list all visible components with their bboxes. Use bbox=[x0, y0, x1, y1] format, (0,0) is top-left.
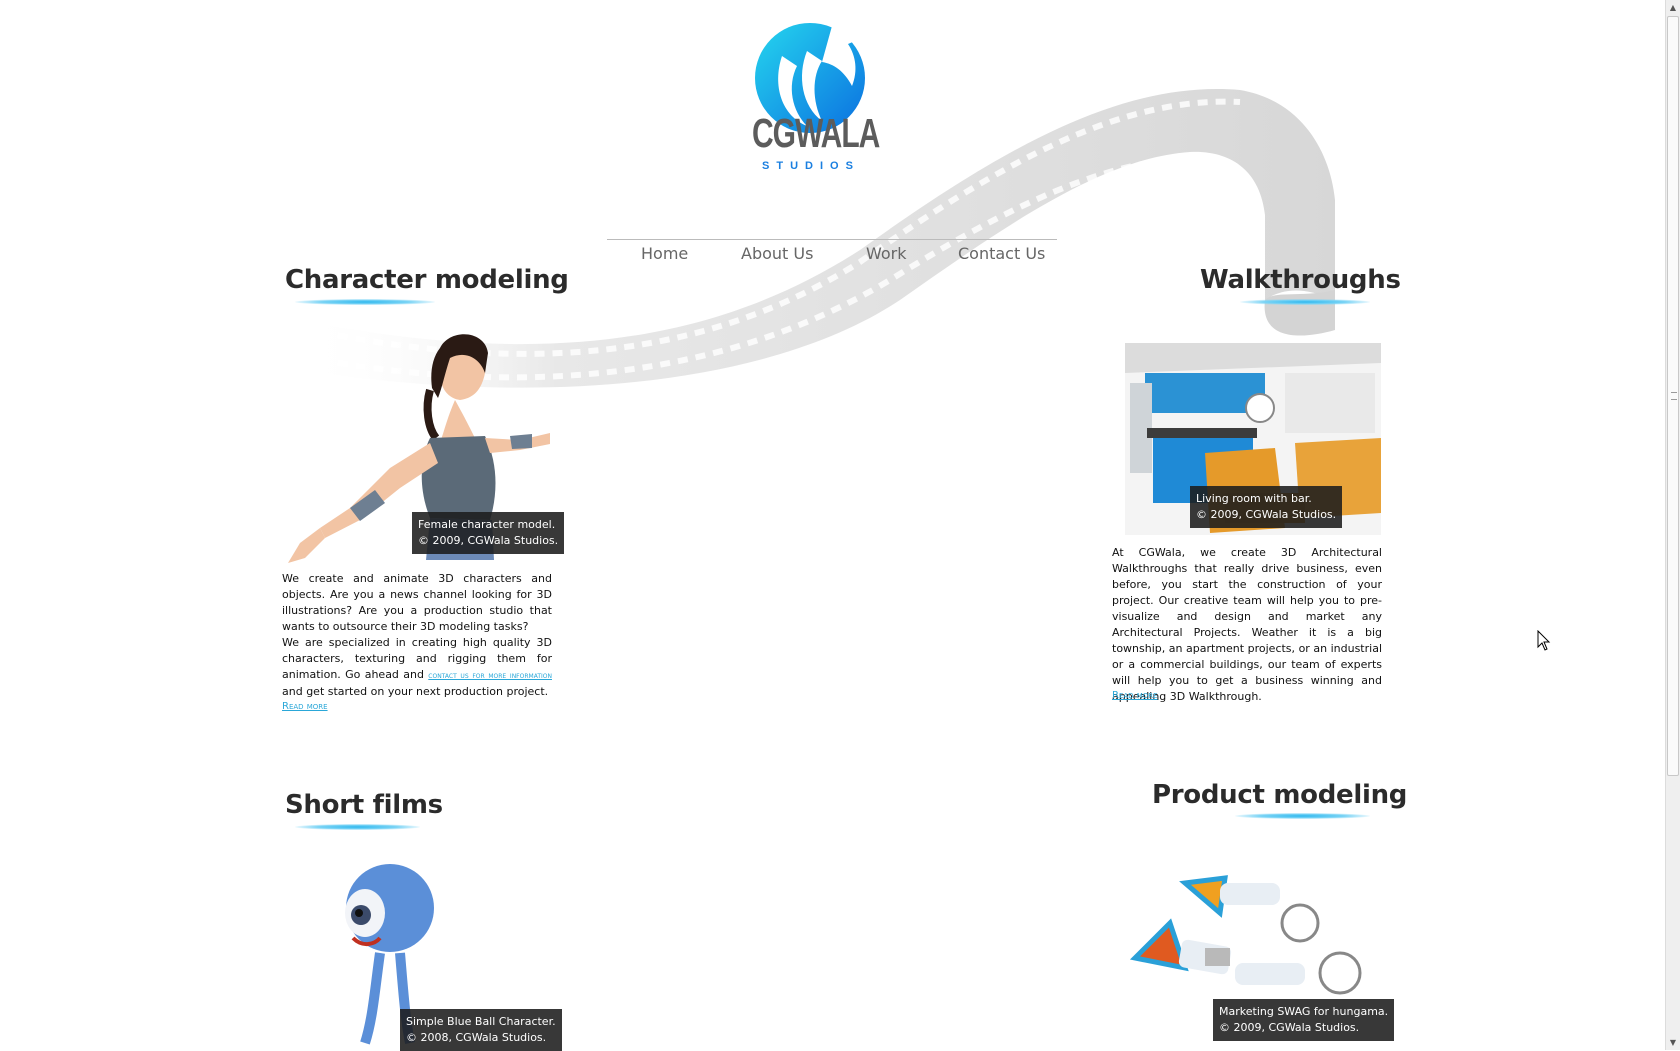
caption-line: Marketing SWAG for hungama. bbox=[1219, 1005, 1389, 1018]
character-modeling-heading: Character modeling bbox=[285, 265, 569, 295]
walkthroughs-read-more-link[interactable]: Read more bbox=[1112, 690, 1158, 701]
logo-subtitle: STUDIOS bbox=[762, 160, 860, 172]
product-modeling-heading: Product modeling bbox=[1152, 780, 1408, 810]
scroll-up-arrow-icon[interactable]: ▲ bbox=[1666, 0, 1680, 15]
vertical-scrollbar[interactable]: ▲ ▼ bbox=[1665, 0, 1680, 1050]
walkthrough-image-caption: Living room with bar. © 2009, CGWala Stu… bbox=[1190, 486, 1343, 528]
page: CGWALA STUDIOS Home About Us Work Contac… bbox=[0, 0, 1665, 1051]
heading-underline bbox=[1240, 299, 1370, 305]
heading-underline bbox=[295, 299, 435, 305]
usb-keychain-image[interactable] bbox=[1125, 873, 1381, 1003]
character-read-more-link[interactable]: Read more bbox=[282, 701, 328, 712]
nav-about-link[interactable]: About Us bbox=[741, 244, 813, 263]
character-paragraph-1: We create and animate 3D characters and … bbox=[282, 572, 552, 633]
scroll-down-arrow-icon[interactable]: ▼ bbox=[1666, 1035, 1680, 1050]
caption-line: © 2008, CGWala Studios. bbox=[406, 1031, 547, 1044]
walkthroughs-heading: Walkthroughs bbox=[1200, 265, 1401, 295]
logo-wordmark: CGWALA bbox=[752, 112, 880, 157]
heading-underline bbox=[1235, 813, 1370, 819]
nav-home-link[interactable]: Home bbox=[641, 244, 688, 263]
main-nav: Home About Us Work Contact Us bbox=[607, 244, 1057, 270]
short-film-image-caption: Simple Blue Ball Character. © 2008, CGWa… bbox=[400, 1009, 562, 1051]
character-modeling-text: We create and animate 3D characters and … bbox=[282, 571, 552, 700]
character-image-caption: Female character model. © 2009, CGWala S… bbox=[412, 512, 565, 554]
character-paragraph-2: We are specialized in creating high qual… bbox=[282, 635, 552, 700]
caption-line: Living room with bar. bbox=[1196, 492, 1312, 505]
heading-underline bbox=[295, 824, 420, 830]
scrollbar-grip-icon bbox=[1671, 392, 1677, 400]
short-films-heading: Short films bbox=[285, 790, 443, 820]
nav-divider bbox=[607, 239, 1057, 240]
scrollbar-thumb[interactable] bbox=[1667, 16, 1679, 776]
caption-line: © 2009, CGWala Studios. bbox=[1196, 508, 1337, 521]
caption-line: Simple Blue Ball Character. bbox=[406, 1015, 556, 1028]
caption-line: Female character model. bbox=[418, 518, 556, 531]
contact-info-link[interactable]: contact us for more information bbox=[428, 671, 552, 681]
product-image-caption: Marketing SWAG for hungama. © 2009, CGWa… bbox=[1213, 999, 1395, 1041]
nav-work-link[interactable]: Work bbox=[866, 244, 907, 263]
paragraph-text: and get started on your next production … bbox=[282, 685, 549, 698]
caption-line: © 2009, CGWala Studios. bbox=[1219, 1021, 1360, 1034]
mouse-pointer-icon bbox=[1537, 630, 1551, 651]
walkthroughs-text: At CGWala, we create 3D Architectural Wa… bbox=[1112, 546, 1382, 703]
caption-line: © 2009, CGWala Studios. bbox=[418, 534, 559, 547]
nav-contact-link[interactable]: Contact Us bbox=[958, 244, 1045, 263]
